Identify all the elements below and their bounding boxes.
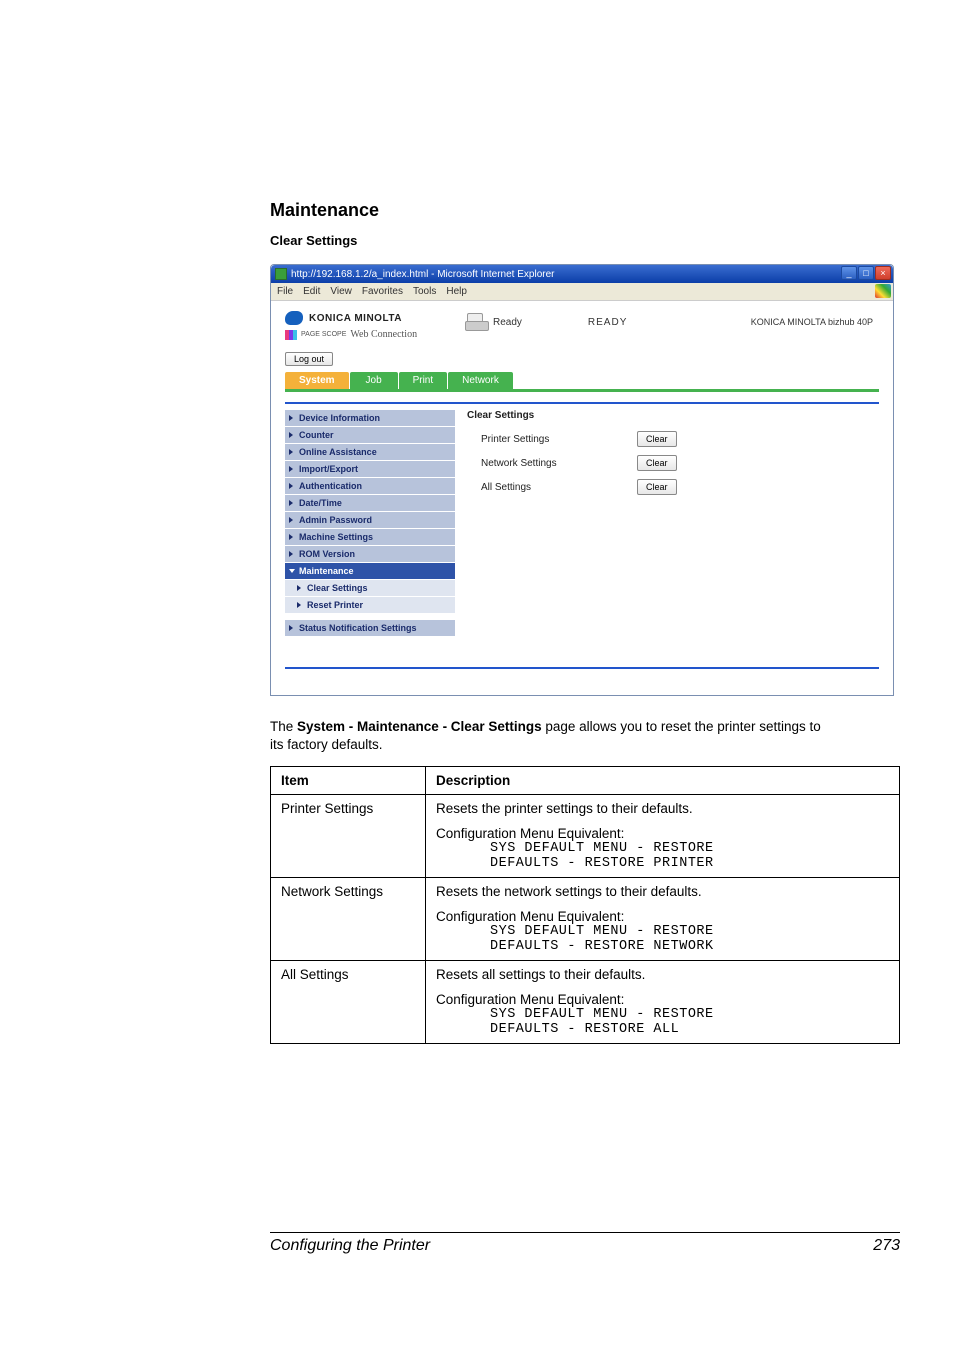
td-item: Network Settings — [271, 878, 426, 961]
browser-menubar: File Edit View Favorites Tools Help — [271, 283, 893, 301]
menu-view[interactable]: View — [330, 286, 352, 297]
sidebar-item-status-notification[interactable]: Status Notification Settings — [285, 620, 455, 637]
pane-row-all-settings: All Settings Clear — [467, 479, 879, 495]
clear-all-settings-button[interactable]: Clear — [637, 479, 677, 495]
table-row: Network Settings Resets the network sett… — [271, 878, 900, 961]
sidebar-item-maintenance[interactable]: Maintenance — [285, 563, 455, 580]
desc-text: Resets all settings to their defaults. — [436, 967, 889, 982]
cfg-mono-line: DEFAULTS - RESTORE NETWORK — [436, 939, 889, 954]
divider — [285, 667, 879, 669]
tab-job[interactable]: Job — [350, 372, 398, 389]
sidebar-item-online-assistance[interactable]: Online Assistance — [285, 444, 455, 461]
ie-icon — [275, 268, 287, 280]
window-titlebar: http://192.168.1.2/a_index.html - Micros… — [271, 265, 893, 283]
sidebar-item-date-time[interactable]: Date/Time — [285, 495, 455, 512]
page-footer: Configuring the Printer 273 — [270, 1232, 900, 1255]
pagescope-small: PAGE SCOPE — [301, 331, 346, 338]
cfg-mono-line: SYS DEFAULT MENU - RESTORE — [436, 1007, 889, 1022]
printer-status-big: READY — [588, 317, 627, 328]
tab-system[interactable]: System — [285, 372, 349, 389]
th-item: Item — [271, 767, 426, 795]
window-title: http://192.168.1.2/a_index.html - Micros… — [291, 269, 554, 280]
sidebar-item-rom-version[interactable]: ROM Version — [285, 546, 455, 563]
cfg-mono-line: DEFAULTS - RESTORE ALL — [436, 1022, 889, 1037]
th-description: Description — [426, 767, 900, 795]
side-menu: Device Information Counter Online Assist… — [285, 410, 455, 637]
menu-file[interactable]: File — [277, 286, 293, 297]
footer-title: Configuring the Printer — [270, 1237, 430, 1255]
webconn-header: KONICA MINOLTA PAGE SCOPE Web Connection… — [271, 301, 893, 346]
clear-printer-settings-button[interactable]: Clear — [637, 431, 677, 447]
sidebar-item-counter[interactable]: Counter — [285, 427, 455, 444]
cfg-equiv-label: Configuration Menu Equivalent: — [436, 992, 889, 1007]
printer-status-icon — [465, 313, 487, 331]
logout-button[interactable]: Log out — [285, 352, 333, 366]
window-minimize-button[interactable]: _ — [841, 266, 857, 280]
content-pane: Clear Settings Printer Settings Clear Ne… — [467, 410, 879, 637]
sidebar-item-admin-password[interactable]: Admin Password — [285, 512, 455, 529]
webconnection-label: Web Connection — [350, 329, 417, 340]
pane-label: All Settings — [467, 482, 637, 493]
tab-bar: System Job Print Network — [271, 372, 893, 389]
pane-label: Network Settings — [467, 458, 637, 469]
sidebar-item-import-export[interactable]: Import/Export — [285, 461, 455, 478]
menu-favorites[interactable]: Favorites — [362, 286, 403, 297]
td-item: All Settings — [271, 961, 426, 1044]
cfg-equiv-label: Configuration Menu Equivalent: — [436, 909, 889, 924]
desc-text: Resets the network settings to their def… — [436, 884, 889, 899]
table-row: All Settings Resets all settings to thei… — [271, 961, 900, 1044]
para-pre: The — [270, 719, 297, 734]
menu-help[interactable]: Help — [446, 286, 467, 297]
intro-paragraph: The System - Maintenance - Clear Setting… — [270, 718, 824, 754]
browser-window: http://192.168.1.2/a_index.html - Micros… — [270, 264, 894, 696]
brand-name: KONICA MINOLTA — [309, 313, 402, 324]
cfg-mono-line: DEFAULTS - RESTORE PRINTER — [436, 856, 889, 871]
description-table: Item Description Printer Settings Resets… — [270, 766, 900, 1044]
heading-clear-settings: Clear Settings — [270, 233, 824, 248]
sidebar-item-device-information[interactable]: Device Information — [285, 410, 455, 427]
cfg-mono-line: SYS DEFAULT MENU - RESTORE — [436, 841, 889, 856]
pane-label: Printer Settings — [467, 434, 637, 445]
pane-row-printer-settings: Printer Settings Clear — [467, 431, 879, 447]
pagescope-icon — [285, 330, 297, 340]
table-row: Printer Settings Resets the printer sett… — [271, 795, 900, 878]
divider — [285, 402, 879, 404]
device-model: KONICA MINOLTA bizhub 40P — [751, 311, 879, 327]
cfg-equiv-label: Configuration Menu Equivalent: — [436, 826, 889, 841]
tab-network[interactable]: Network — [448, 372, 513, 389]
para-bold: System - Maintenance - Clear Settings — [297, 719, 542, 734]
menu-edit[interactable]: Edit — [303, 286, 320, 297]
sidebar-subitem-clear-settings[interactable]: Clear Settings — [285, 580, 455, 597]
sidebar-subitem-reset-printer[interactable]: Reset Printer — [285, 597, 455, 614]
td-desc: Resets all settings to their defaults. C… — [426, 961, 900, 1044]
tab-underline — [285, 389, 879, 392]
sidebar-item-authentication[interactable]: Authentication — [285, 478, 455, 495]
td-desc: Resets the network settings to their def… — [426, 878, 900, 961]
window-maximize-button[interactable]: □ — [858, 266, 874, 280]
footer-page-number: 273 — [873, 1237, 900, 1255]
heading-maintenance: Maintenance — [270, 200, 824, 221]
printer-status-word: Ready — [493, 317, 522, 328]
sidebar-item-machine-settings[interactable]: Machine Settings — [285, 529, 455, 546]
pane-title: Clear Settings — [467, 410, 879, 421]
td-desc: Resets the printer settings to their def… — [426, 795, 900, 878]
menu-tools[interactable]: Tools — [413, 286, 436, 297]
window-close-button[interactable]: × — [875, 266, 891, 280]
pane-row-network-settings: Network Settings Clear — [467, 455, 879, 471]
clear-network-settings-button[interactable]: Clear — [637, 455, 677, 471]
desc-text: Resets the printer settings to their def… — [436, 801, 889, 816]
windows-flag-icon — [875, 284, 891, 298]
td-item: Printer Settings — [271, 795, 426, 878]
cfg-mono-line: SYS DEFAULT MENU - RESTORE — [436, 924, 889, 939]
konica-logo-icon — [285, 311, 303, 325]
tab-print[interactable]: Print — [399, 372, 448, 389]
